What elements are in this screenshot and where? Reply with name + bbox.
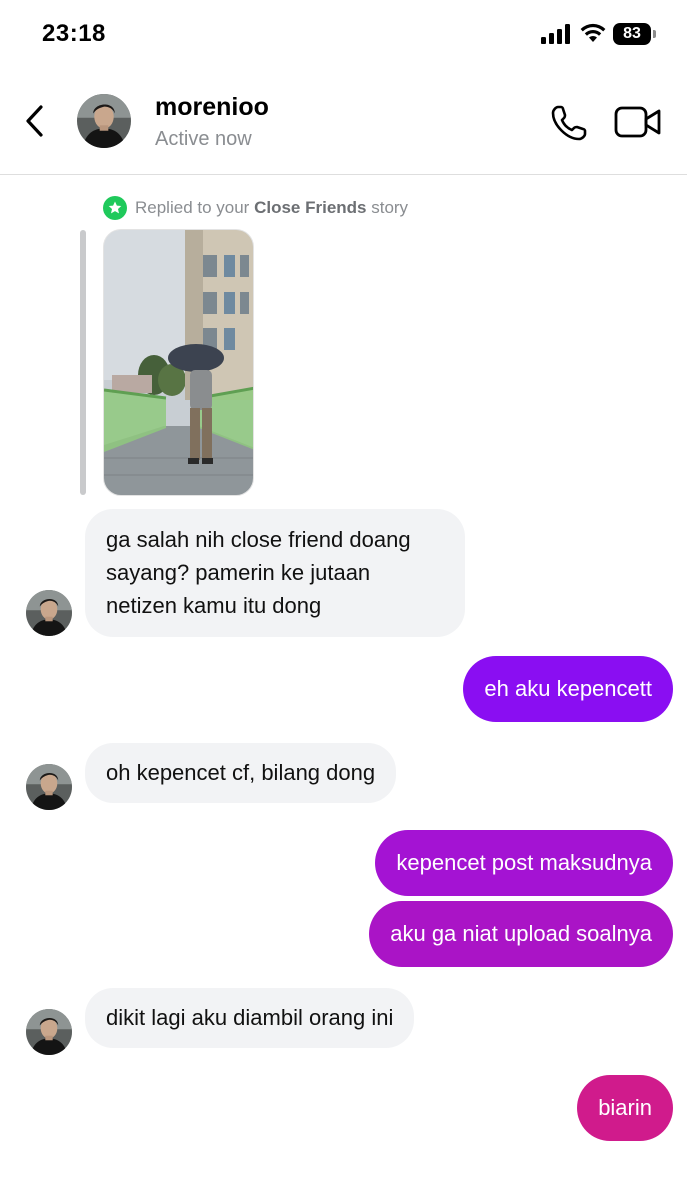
contact-avatar[interactable] [77,94,131,148]
message-line: netizen kamu itu dong [106,593,322,618]
message-bubble-outgoing[interactable]: aku ga niat upload soalnya [369,901,673,967]
star-badge-icon [103,196,127,220]
contact-name[interactable]: morenioo [155,93,269,122]
message-line: ga salah nih close friend doang [106,527,411,552]
battery-tip [653,30,656,38]
wifi-icon [580,23,606,42]
sender-avatar[interactable] [26,590,72,636]
message-bubble-incoming[interactable]: dikit lagi aku diambil orang ini [85,988,415,1048]
battery-level: 83 [613,23,651,45]
active-status: Active now [155,128,252,150]
reply-indicator-bar [80,230,86,495]
sender-avatar[interactable] [26,1009,72,1055]
story-reply-caption: Replied to your Close Friends story [103,195,408,221]
phone-icon[interactable] [549,103,589,143]
caption-text: Replied to your Close Friends story [135,198,409,217]
sender-avatar[interactable] [26,764,72,810]
video-camera-icon[interactable] [614,106,662,138]
chat-header: morenioo Active now [0,70,687,175]
status-time: 23:18 [42,20,106,47]
message-bubble-outgoing[interactable]: kepencet post maksudnya [375,830,673,896]
message-bubble-outgoing[interactable]: eh aku kepencett [463,656,673,722]
message-bubble-outgoing[interactable]: biarin [577,1075,673,1141]
chevron-left-icon[interactable] [22,104,48,138]
story-thumbnail[interactable] [103,229,254,496]
message-line: sayang? pamerin ke jutaan [106,560,371,585]
battery-indicator: 83 [613,23,657,45]
message-bubble-incoming[interactable]: ga salah nih close friend doang sayang? … [85,509,465,637]
cellular-signal-icon [541,24,570,44]
message-bubble-incoming[interactable]: oh kepencet cf, bilang dong [85,743,397,803]
story-photo [104,230,253,495]
status-bar: 23:18 83 [0,0,687,70]
